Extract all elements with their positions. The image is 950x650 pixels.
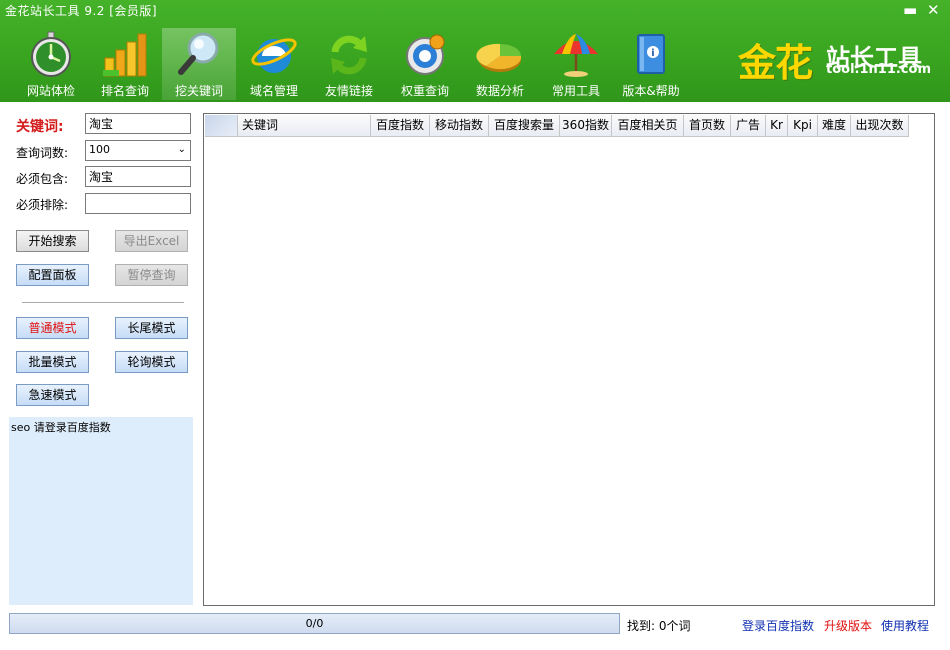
keyword-input[interactable] <box>85 113 191 134</box>
login-baidu-index-link[interactable]: 登录百度指数 <box>742 617 814 634</box>
pie-chart-icon <box>476 43 522 72</box>
progress-bar: 0/0 <box>9 613 620 634</box>
close-button[interactable]: ✕ <box>927 2 940 18</box>
tool-label: 排名查询 <box>100 84 149 98</box>
svg-text:i: i <box>651 48 654 59</box>
tool-version-help[interactable]: i 版本&帮助 <box>614 28 688 100</box>
column-header-corner[interactable] <box>205 115 238 137</box>
column-header-baidu-related-pages[interactable]: 百度相关页 <box>612 115 684 137</box>
log-panel[interactable]: seo 请登录百度指数 <box>9 417 193 605</box>
tool-label: 常用工具 <box>551 84 600 98</box>
tool-label: 权重查询 <box>400 84 449 98</box>
results-table[interactable]: 关键词 百度指数 移动指数 百度搜索量 360指数 百度相关页 首页数 广告 K… <box>203 113 935 606</box>
column-header-ads[interactable]: 广告 <box>731 115 766 137</box>
tool-keyword-mining[interactable]: 挖关键词 <box>162 28 236 100</box>
stopwatch-icon <box>31 31 71 77</box>
exclude-label: 必须排除: <box>16 198 69 212</box>
title-bar-toolbar: 金花站长工具 9.2 [会员版] ▬ ✕ 网站体检 排名查询 挖关键词 域名管理… <box>0 0 950 102</box>
exclude-input[interactable] <box>85 193 191 214</box>
query-count-label: 查询词数: <box>16 146 69 160</box>
column-header-360-index[interactable]: 360指数 <box>560 115 612 137</box>
column-header-homepage-count[interactable]: 首页数 <box>684 115 731 137</box>
column-header-kpi[interactable]: Kpi <box>788 115 818 137</box>
pause-query-button[interactable]: 暂停查询 <box>115 264 188 286</box>
tool-domain[interactable]: 域名管理 <box>237 28 311 100</box>
divider <box>22 302 184 303</box>
tool-label: 数据分析 <box>475 84 524 98</box>
target-icon <box>406 34 445 75</box>
tool-label: 友情链接 <box>324 84 373 98</box>
tool-ranking[interactable]: 排名查询 <box>88 28 162 100</box>
fast-mode-button[interactable]: 急速模式 <box>16 384 89 406</box>
window-title: 金花站长工具 9.2 [会员版] <box>5 4 158 18</box>
progress-text: 0/0 <box>305 617 324 630</box>
column-header-occurrences[interactable]: 出现次数 <box>851 115 909 137</box>
chevron-down-icon: ⌄ <box>177 144 186 155</box>
column-header-difficulty[interactable]: 难度 <box>818 115 851 137</box>
config-panel-button[interactable]: 配置面板 <box>16 264 89 286</box>
tool-label: 域名管理 <box>249 84 298 98</box>
column-header-keyword[interactable]: 关键词 <box>238 115 371 137</box>
tool-data-analysis[interactable]: 数据分析 <box>463 28 537 100</box>
magnifier-icon <box>178 32 219 75</box>
column-header-baidu-index[interactable]: 百度指数 <box>371 115 430 137</box>
poll-mode-button[interactable]: 轮询模式 <box>115 351 188 373</box>
upgrade-version-link[interactable]: 升级版本 <box>824 617 872 634</box>
longtail-mode-button[interactable]: 长尾模式 <box>115 317 188 339</box>
refresh-arrows-icon <box>331 35 367 75</box>
query-count-value: 100 <box>89 143 110 156</box>
bar-chart-icon <box>103 33 147 77</box>
tool-common[interactable]: 常用工具 <box>539 28 613 100</box>
tutorial-link[interactable]: 使用教程 <box>881 617 929 634</box>
tool-label: 挖关键词 <box>174 84 223 98</box>
tool-label: 版本&帮助 <box>622 84 680 98</box>
tool-friend-links[interactable]: 友情链接 <box>312 28 386 100</box>
minimize-button[interactable]: ▬ <box>903 2 917 18</box>
column-header-kr[interactable]: Kr <box>766 115 788 137</box>
umbrella-icon <box>554 34 598 77</box>
start-search-button[interactable]: 开始搜索 <box>16 230 89 252</box>
query-count-select[interactable]: 100 ⌄ <box>85 140 191 161</box>
tool-label: 网站体检 <box>26 84 75 98</box>
book-icon: i <box>637 34 665 74</box>
logo-url: tool.1n11.com <box>826 62 931 77</box>
column-header-baidu-search-volume[interactable]: 百度搜索量 <box>489 115 560 137</box>
ie-icon <box>251 38 297 73</box>
batch-mode-button[interactable]: 批量模式 <box>16 351 89 373</box>
normal-mode-button[interactable]: 普通模式 <box>16 317 89 339</box>
log-text: seo 请登录百度指数 <box>11 421 111 434</box>
tool-weight[interactable]: 权重查询 <box>388 28 462 100</box>
column-header-mobile-index[interactable]: 移动指数 <box>430 115 489 137</box>
export-excel-button[interactable]: 导出Excel <box>115 230 188 252</box>
include-input[interactable] <box>85 166 191 187</box>
table-header: 关键词 百度指数 移动指数 百度搜索量 360指数 百度相关页 首页数 广告 K… <box>205 115 909 137</box>
logo-main: 金花 <box>738 40 813 85</box>
include-label: 必须包含: <box>16 172 69 186</box>
tool-site-check[interactable]: 网站体检 <box>14 28 88 100</box>
keyword-label: 关键词: <box>16 119 64 135</box>
found-count: 找到: 0个词 <box>627 619 691 633</box>
